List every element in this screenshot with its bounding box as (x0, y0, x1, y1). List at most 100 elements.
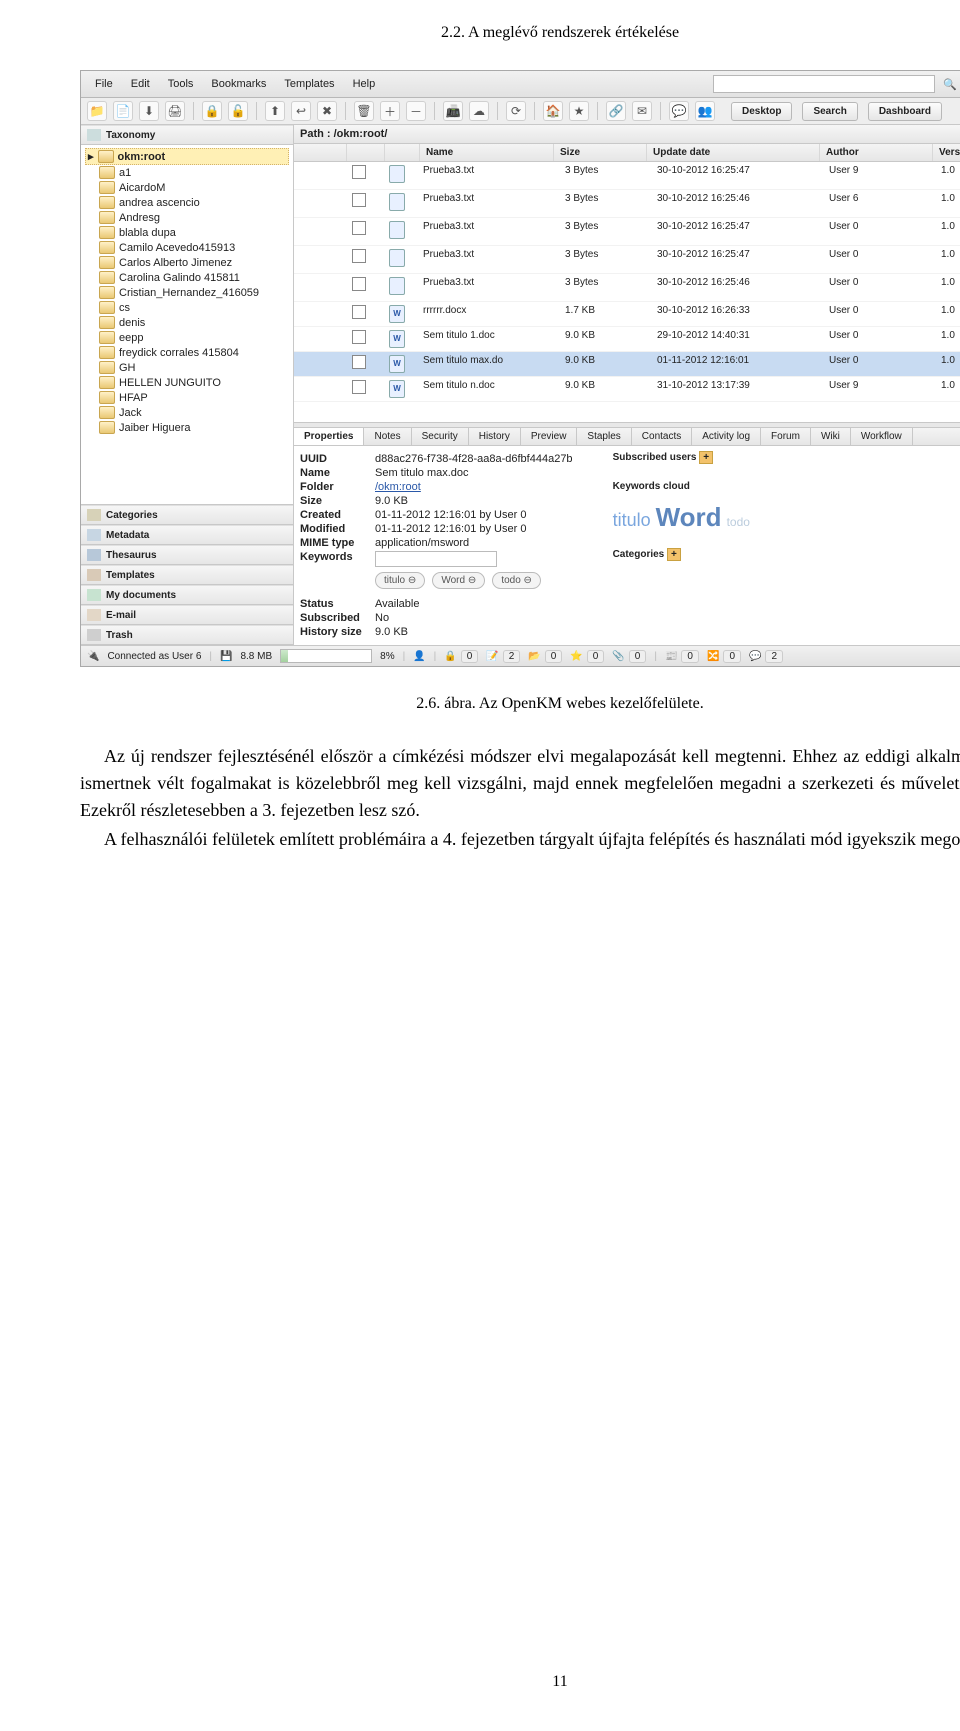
tree-node[interactable]: Camilo Acevedo415913 (85, 240, 289, 255)
tab-preview[interactable]: Preview (521, 428, 578, 445)
checkin-icon[interactable]: ⬆ (265, 101, 285, 121)
panel-thesaurus[interactable]: Thesaurus (81, 545, 293, 565)
taxonomy-tree[interactable]: ▸okm:root a1AicardoMandrea ascencioAndre… (81, 145, 293, 505)
tab-dashboard[interactable]: Dashboard (868, 102, 942, 121)
table-row[interactable]: Prueba3.txt3 Bytes30-10-2012 16:25:47Use… (294, 162, 960, 190)
cancel-checkout-icon[interactable]: ✖ (317, 101, 337, 121)
row-checkbox[interactable] (352, 330, 366, 344)
menu-help[interactable]: Help (345, 76, 384, 92)
panel-metadata[interactable]: Metadata (81, 525, 293, 545)
panel-templates[interactable]: Templates (81, 565, 293, 585)
tree-node[interactable]: GH (85, 360, 289, 375)
new-folder-icon[interactable]: 📁 (87, 101, 107, 121)
tab-desktop[interactable]: Desktop (731, 102, 792, 121)
new-doc-icon[interactable]: 📄 (113, 101, 133, 121)
tree-node[interactable]: blabla dupa (85, 225, 289, 240)
tab-workflow[interactable]: Workflow (851, 428, 913, 445)
prop-keywords-input[interactable] (375, 551, 497, 567)
panel-categories[interactable]: Categories (81, 505, 293, 525)
table-row[interactable]: Wrrrrrr.docx1.7 KB30-10-2012 16:26:33Use… (294, 302, 960, 327)
col-size[interactable]: Size (554, 144, 647, 161)
row-checkbox[interactable] (352, 249, 366, 263)
category-add-icon[interactable]: + (667, 548, 681, 561)
tree-node[interactable]: eepp (85, 330, 289, 345)
col-author[interactable]: Author (820, 144, 933, 161)
col-name[interactable]: Name (420, 144, 554, 161)
chip-titulo[interactable]: titulo ⊖ (375, 572, 425, 589)
print-icon[interactable]: 🖨 (165, 101, 185, 121)
table-row[interactable]: Prueba3.txt3 Bytes30-10-2012 16:25:47Use… (294, 246, 960, 274)
lock-icon[interactable]: 🔒 (202, 101, 222, 121)
bookmark-icon[interactable]: ★ (569, 101, 589, 121)
row-checkbox[interactable] (352, 380, 366, 394)
tree-node[interactable]: cs (85, 300, 289, 315)
tab-security[interactable]: Security (412, 428, 469, 445)
row-checkbox[interactable] (352, 355, 366, 369)
row-checkbox[interactable] (352, 165, 366, 179)
table-row[interactable]: WSem titulo n.doc9.0 KB31-10-2012 13:17:… (294, 377, 960, 402)
table-row[interactable]: Prueba3.txt3 Bytes30-10-2012 16:25:46Use… (294, 274, 960, 302)
scan-icon[interactable]: 📠 (443, 101, 463, 121)
tab-activity-log[interactable]: Activity log (692, 428, 761, 445)
tree-node[interactable]: HELLEN JUNGUITO (85, 375, 289, 390)
mail-icon[interactable]: ✉ (632, 101, 652, 121)
tree-node[interactable]: Cristian_Hernandez_416059 (85, 285, 289, 300)
delete-icon[interactable]: 🗑 (354, 101, 374, 121)
tree-node[interactable]: freydick corrales 415804 (85, 345, 289, 360)
table-row[interactable]: WSem titulo 1.doc9.0 KB29-10-2012 14:40:… (294, 327, 960, 352)
table-row[interactable]: WSem titulo max.do9.0 KB01-11-2012 12:16… (294, 352, 960, 377)
table-row[interactable]: Prueba3.txt3 Bytes30-10-2012 16:25:47Use… (294, 218, 960, 246)
panel-mydocs[interactable]: My documents (81, 585, 293, 605)
tab-notes[interactable]: Notes (364, 428, 411, 445)
col-date[interactable]: Update date (647, 144, 820, 161)
row-checkbox[interactable] (352, 193, 366, 207)
chip-word[interactable]: Word ⊖ (432, 572, 485, 589)
tree-root[interactable]: ▸okm:root (85, 148, 289, 165)
tree-node[interactable]: denis (85, 315, 289, 330)
menu-tools[interactable]: Tools (160, 76, 202, 92)
users-icon[interactable]: 👥 (695, 101, 715, 121)
tab-search[interactable]: Search (802, 102, 857, 121)
tree-node[interactable]: a1 (85, 165, 289, 180)
download-icon[interactable]: ⬇ (139, 101, 159, 121)
share-icon[interactable]: 🔗 (606, 101, 626, 121)
search-input[interactable] (713, 75, 935, 93)
row-checkbox[interactable] (352, 277, 366, 291)
tree-node[interactable]: HFAP (85, 390, 289, 405)
row-checkbox[interactable] (352, 221, 366, 235)
tree-node[interactable]: Jaiber Higuera (85, 420, 289, 435)
tab-properties[interactable]: Properties (294, 428, 364, 445)
tab-wiki[interactable]: Wiki (811, 428, 851, 445)
menu-bookmarks[interactable]: Bookmarks (203, 76, 274, 92)
panel-taxonomy[interactable]: Taxonomy (81, 125, 293, 145)
prop-folder[interactable]: /okm:root (375, 481, 421, 493)
table-row[interactable]: Prueba3.txt3 Bytes30-10-2012 16:25:46Use… (294, 190, 960, 218)
tree-node[interactable]: Carolina Galindo 415811 (85, 270, 289, 285)
panel-email[interactable]: E-mail (81, 605, 293, 625)
tree-node[interactable]: Andresg (85, 210, 289, 225)
panel-trash[interactable]: Trash (81, 625, 293, 645)
col-version[interactable]: Version (933, 144, 960, 161)
search-icon[interactable]: 🔍 (943, 78, 957, 91)
subscribe-icon[interactable]: + (699, 451, 713, 464)
tree-node[interactable]: andrea ascencio (85, 195, 289, 210)
unlock-icon[interactable]: 🔓 (228, 101, 248, 121)
tab-history[interactable]: History (469, 428, 521, 445)
chip-todo[interactable]: todo ⊖ (492, 572, 541, 589)
menu-file[interactable]: File (87, 76, 121, 92)
checkout-icon[interactable]: ↩ (291, 101, 311, 121)
tab-forum[interactable]: Forum (761, 428, 811, 445)
menu-templates[interactable]: Templates (276, 76, 342, 92)
chat-icon[interactable]: 💬 (669, 101, 689, 121)
row-checkbox[interactable] (352, 305, 366, 319)
add-property-icon[interactable]: ＋ (380, 101, 400, 121)
refresh-icon[interactable]: ⟳ (506, 101, 526, 121)
tree-node[interactable]: Carlos Alberto Jimenez (85, 255, 289, 270)
tab-contacts[interactable]: Contacts (632, 428, 692, 445)
home-icon[interactable]: 🏠 (543, 101, 563, 121)
tab-staples[interactable]: Staples (577, 428, 631, 445)
tree-node[interactable]: Jack (85, 405, 289, 420)
upload-icon[interactable]: ☁ (469, 101, 489, 121)
menu-edit[interactable]: Edit (123, 76, 158, 92)
tree-node[interactable]: AicardoM (85, 180, 289, 195)
